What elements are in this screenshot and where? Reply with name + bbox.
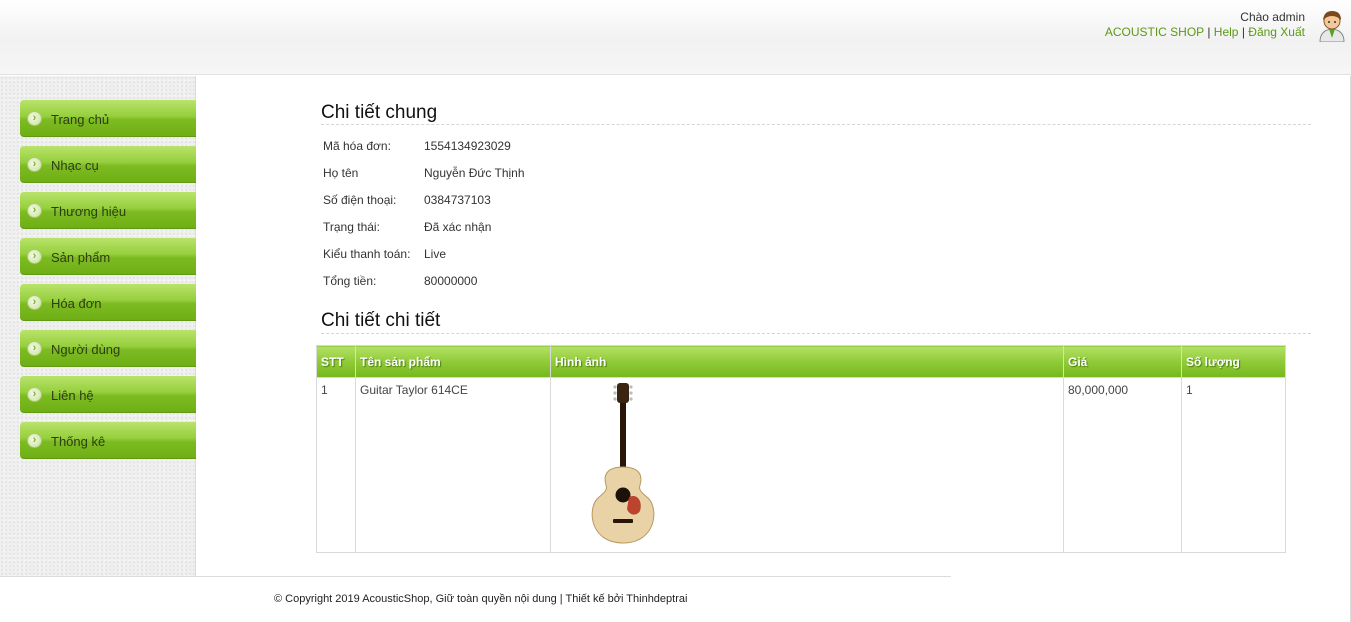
footer: © Copyright 2019 AcousticShop, Giữ toàn … — [0, 576, 1351, 622]
row-quantity: 1 — [1181, 377, 1286, 553]
invoice-id-value: 1554134923029 — [424, 139, 511, 153]
acoustic-guitar-image — [591, 383, 655, 544]
invoice-id-label: Mã hóa đơn: — [323, 139, 391, 153]
table-header-row: STT Tên sản phẩm Hình ảnh Giá Số lượng — [316, 345, 1286, 378]
customer-name-value: Nguyễn Đức Thịnh — [424, 166, 525, 180]
logout-link[interactable]: Đăng Xuất — [1248, 25, 1305, 39]
main-content: Chi tiết chung Mã hóa đơn: 1554134923029… — [196, 76, 1351, 576]
column-header-image: Hình ảnh — [550, 345, 1064, 378]
column-header-stt: STT — [316, 345, 356, 378]
detail-section-title: Chi tiết chi tiết — [321, 310, 441, 331]
sidebar-item-label: Liên hệ — [51, 388, 94, 403]
row-price: 80,000,000 — [1063, 377, 1182, 553]
payment-type-label: Kiểu thanh toán: — [323, 247, 411, 261]
phone-value: 0384737103 — [424, 193, 491, 207]
general-section-title: Chi tiết chung — [321, 102, 438, 123]
chevron-right-icon: › — [27, 249, 42, 264]
payment-type-value: Live — [424, 247, 447, 261]
sidebar-item-thong-ke[interactable]: › Thống kê — [20, 422, 196, 459]
row-stt: 1 — [316, 377, 356, 553]
sidebar-item-san-pham[interactable]: › Sản phẩm — [20, 238, 196, 275]
header-bar: Chào admin ACOUSTIC SHOP | Help | Đăng X… — [0, 0, 1351, 75]
column-header-product-name: Tên sản phẩm — [355, 345, 551, 378]
footer-copyright: © Copyright 2019 AcousticShop, Giữ toàn … — [274, 593, 688, 605]
shop-link[interactable]: ACOUSTIC SHOP — [1105, 25, 1204, 39]
sidebar-item-nguoi-dung[interactable]: › Người dùng — [20, 330, 196, 367]
sidebar-item-label: Nhạc cụ — [51, 158, 99, 173]
total-label: Tổng tiền: — [323, 274, 377, 288]
chevron-right-icon: › — [27, 341, 42, 356]
table-row: 1 Guitar Taylor 614CE 80,000,000 1 — [316, 377, 1286, 553]
link-separator: | — [1241, 25, 1245, 39]
help-link[interactable]: Help — [1214, 25, 1239, 39]
chevron-right-icon: › — [27, 203, 42, 218]
user-links: ACOUSTIC SHOP | Help | Đăng Xuất — [1105, 25, 1305, 40]
user-greeting: Chào admin — [1240, 10, 1305, 24]
footer-divider — [0, 576, 951, 577]
customer-name-label: Họ tên — [323, 166, 359, 180]
order-detail-table: STT Tên sản phẩm Hình ảnh Giá Số lượng 1… — [316, 345, 1286, 553]
sidebar-item-label: Thương hiệu — [51, 204, 127, 219]
total-value: 80000000 — [424, 274, 478, 288]
chevron-right-icon: › — [27, 295, 42, 310]
sidebar-item-thuong-hieu[interactable]: › Thương hiệu — [20, 192, 196, 229]
sidebar-nav: › Trang chủ › Nhạc cụ › Thương hiệu › Sả… — [0, 76, 196, 576]
sidebar-item-label: Người dùng — [51, 342, 121, 357]
chevron-right-icon: › — [27, 157, 42, 172]
sidebar-item-label: Trang chủ — [51, 112, 110, 127]
link-separator: | — [1207, 25, 1211, 39]
chevron-right-icon: › — [27, 387, 42, 402]
column-header-quantity: Số lượng — [1181, 345, 1286, 378]
column-header-price: Giá — [1063, 345, 1182, 378]
user-box: Chào admin ACOUSTIC SHOP | Help | Đăng X… — [1105, 10, 1305, 40]
chevron-right-icon: › — [27, 111, 42, 126]
sidebar-item-label: Sản phẩm — [51, 250, 111, 265]
divider — [321, 124, 1311, 125]
sidebar-item-hoa-don[interactable]: › Hóa đơn — [20, 284, 196, 321]
row-image-cell — [550, 377, 1064, 553]
status-value: Đã xác nhận — [424, 220, 492, 234]
sidebar-item-lien-he[interactable]: › Liên hệ — [20, 376, 196, 413]
sidebar-item-nhac-cu[interactable]: › Nhạc cụ — [20, 146, 196, 183]
status-label: Trạng thái: — [323, 220, 380, 234]
divider — [321, 333, 1311, 334]
sidebar-item-label: Hóa đơn — [51, 296, 102, 311]
sidebar-item-label: Thống kê — [51, 434, 106, 449]
sidebar-item-trang-chu[interactable]: › Trang chủ — [20, 100, 196, 137]
phone-label: Số điện thoại: — [323, 193, 397, 207]
chevron-right-icon: › — [27, 433, 42, 448]
user-avatar-icon[interactable] — [1316, 8, 1348, 42]
row-product-name: Guitar Taylor 614CE — [355, 377, 551, 553]
